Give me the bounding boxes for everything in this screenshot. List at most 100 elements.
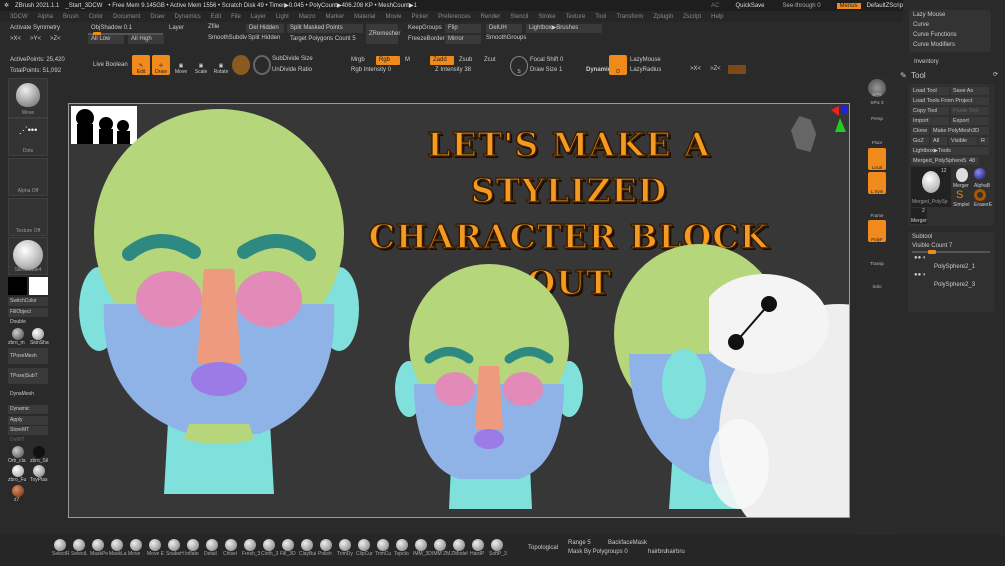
brush-selectr-icon[interactable] xyxy=(54,539,66,551)
brush-trimcu-icon[interactable] xyxy=(377,539,389,551)
menu-dynamics[interactable]: Dynamics xyxy=(174,14,200,20)
alpha-selector[interactable]: Alpha Off xyxy=(8,158,48,196)
menu-3dcw[interactable]: 3DCW xyxy=(10,14,28,20)
subtool-eye-icon[interactable]: ●● ◐ xyxy=(914,272,927,278)
menu-transform[interactable]: Transform xyxy=(616,14,643,20)
brush-topolo-icon[interactable] xyxy=(396,539,408,551)
texture-selector[interactable]: Texture Off xyxy=(8,198,48,236)
keepgroups-button[interactable]: KeepGroups xyxy=(408,25,442,31)
frame-button[interactable]: Frame xyxy=(868,196,886,218)
focal-shift-icon[interactable]: S xyxy=(510,56,528,76)
merger-thumb-icon[interactable] xyxy=(956,168,968,182)
brush-polish-icon[interactable] xyxy=(320,539,332,551)
bpr-button[interactable]: BPR xyxy=(868,79,886,97)
menu-color[interactable]: Color xyxy=(89,14,103,20)
merger-thumb-small[interactable]: 2 Merger xyxy=(911,208,927,224)
menu-draw[interactable]: Draw xyxy=(150,14,164,20)
brush-fresh-3-icon[interactable] xyxy=(244,539,256,551)
double-button[interactable]: Double xyxy=(8,318,48,327)
brush-chisel-icon[interactable] xyxy=(225,539,237,551)
lazymouse-button[interactable]: LazyMouse xyxy=(630,57,661,63)
subtool-title[interactable]: Subtool xyxy=(912,234,932,240)
visible-count-track[interactable] xyxy=(912,250,990,254)
quicksave-button[interactable]: QuickSave xyxy=(736,3,765,9)
brush-selector[interactable]: Move xyxy=(8,78,48,118)
menu-alpha[interactable]: Alpha xyxy=(38,14,53,20)
default-zscript-button[interactable]: DefaultZScript xyxy=(867,3,905,9)
menus-button[interactable]: Menus xyxy=(836,2,861,9)
apply-button[interactable]: Apply xyxy=(8,416,48,425)
brush-maskpe-icon[interactable] xyxy=(92,539,104,551)
menu-zscript[interactable]: Zscript xyxy=(683,14,701,20)
material-skinshade-icon[interactable] xyxy=(32,328,44,340)
target-polygons-slider[interactable]: Target Polygons Count 5 xyxy=(287,35,363,44)
dynamic-button[interactable]: Dynamic xyxy=(8,405,48,414)
canvas-viewport[interactable]: LET'S MAKE A STYLIZED CHARACTER BLOCK OUT xyxy=(68,103,850,518)
spix-slider[interactable]: SPix 3 xyxy=(868,97,886,105)
brush-maskla-icon[interactable] xyxy=(111,539,123,551)
current-tool-count[interactable]: 48 xyxy=(967,157,979,165)
menu-render[interactable]: Render xyxy=(481,14,501,20)
material-fu-icon[interactable] xyxy=(12,465,24,477)
lightbox-tools-button[interactable]: Lightbox▶Tools xyxy=(911,147,989,155)
subtool-eye-icon[interactable]: ●● ◐ xyxy=(914,255,927,261)
mrgb-button[interactable]: Mrgb xyxy=(351,57,365,63)
split-masked-points-button[interactable]: Split Masked Points xyxy=(287,24,363,33)
hairbrush-label[interactable]: hairbru xyxy=(666,549,685,555)
draw-size-slider[interactable]: Draw Size 1 xyxy=(530,67,562,73)
zsub-button[interactable]: Zsub xyxy=(459,57,472,63)
switchcolor-button[interactable]: SwitchColor xyxy=(8,297,48,306)
material-orb-icon[interactable] xyxy=(12,446,24,458)
sculptris-icon[interactable] xyxy=(232,55,250,75)
export-button[interactable]: Export xyxy=(951,117,989,125)
mirror-button[interactable]: Mirror xyxy=(445,35,481,44)
menu-marker[interactable]: Marker xyxy=(326,14,345,20)
z-sym-button[interactable]: >Z< xyxy=(710,66,721,72)
menu-help[interactable]: Help xyxy=(711,14,723,20)
menu-material[interactable]: Material xyxy=(354,14,375,20)
brush-hardp-icon[interactable] xyxy=(472,539,484,551)
rgb-button[interactable]: Rgb xyxy=(376,56,400,65)
gizmo-icon[interactable] xyxy=(253,55,271,75)
load-tool-button[interactable]: Load Tool xyxy=(911,87,949,95)
brush-trimdy-icon[interactable] xyxy=(339,539,351,551)
material-toyplastic-icon[interactable] xyxy=(33,465,45,477)
menu-preferences[interactable]: Preferences xyxy=(438,14,470,20)
rgb-intensity-slider[interactable]: Rgb Intensity 0 xyxy=(351,67,391,73)
goz-button[interactable]: GoZ xyxy=(911,137,929,145)
material-z7-icon[interactable] xyxy=(12,485,24,497)
smooth-subdiv-button[interactable]: SmoothSubdiv xyxy=(208,35,247,41)
split-hidden-button[interactable]: Split Hidden xyxy=(248,35,280,41)
brush-cloth-3-icon[interactable] xyxy=(263,539,275,551)
subdivide-size-slider[interactable]: SubDivide Size xyxy=(272,56,313,62)
menu-layer[interactable]: Layer xyxy=(251,14,266,20)
import-button[interactable]: Import xyxy=(911,117,949,125)
layer-button[interactable]: Layer xyxy=(169,25,184,31)
menu-macro[interactable]: Macro xyxy=(299,14,316,20)
brush-softp-3-icon[interactable] xyxy=(491,539,503,551)
brush-clipcur-icon[interactable] xyxy=(358,539,370,551)
z-intensity-slider[interactable]: Z Intensity 38 xyxy=(435,67,471,73)
alphab-thumb-icon[interactable] xyxy=(974,168,986,180)
inventory-button[interactable]: Inventory xyxy=(914,59,939,65)
range-slider[interactable]: Range 5 xyxy=(568,540,591,546)
del-hidden-button[interactable]: Del Hidden xyxy=(246,24,284,33)
lazyradius-slider[interactable]: LazyRadius xyxy=(630,67,661,73)
menu-movie[interactable]: Movie xyxy=(386,14,402,20)
copy-tool-button[interactable]: Copy Tool xyxy=(911,107,949,115)
dynamesh-button[interactable]: DynaMesh xyxy=(8,390,48,402)
solo-button[interactable]: Solo xyxy=(868,267,886,289)
x-sym-button[interactable]: >X< xyxy=(690,66,701,72)
brush-inflate-icon[interactable] xyxy=(187,539,199,551)
goz-r-button[interactable]: R xyxy=(979,137,989,145)
brush-detail-icon[interactable] xyxy=(206,539,218,551)
lazymouse-icon[interactable]: D xyxy=(609,55,627,75)
palette-refresh-icon[interactable]: ⟳ xyxy=(993,71,998,78)
main-color-swatch[interactable] xyxy=(29,277,48,295)
menu-stencil[interactable]: Stencil xyxy=(510,14,528,20)
move-button[interactable]: ▣ Move xyxy=(172,55,190,75)
live-boolean-button[interactable]: Live Boolean xyxy=(93,62,128,68)
edit-button[interactable]: ✎ Edit xyxy=(132,55,150,75)
material-silhouette-icon[interactable] xyxy=(33,446,45,458)
current-tool-name[interactable]: Merged_PolySphere5. xyxy=(911,157,967,165)
